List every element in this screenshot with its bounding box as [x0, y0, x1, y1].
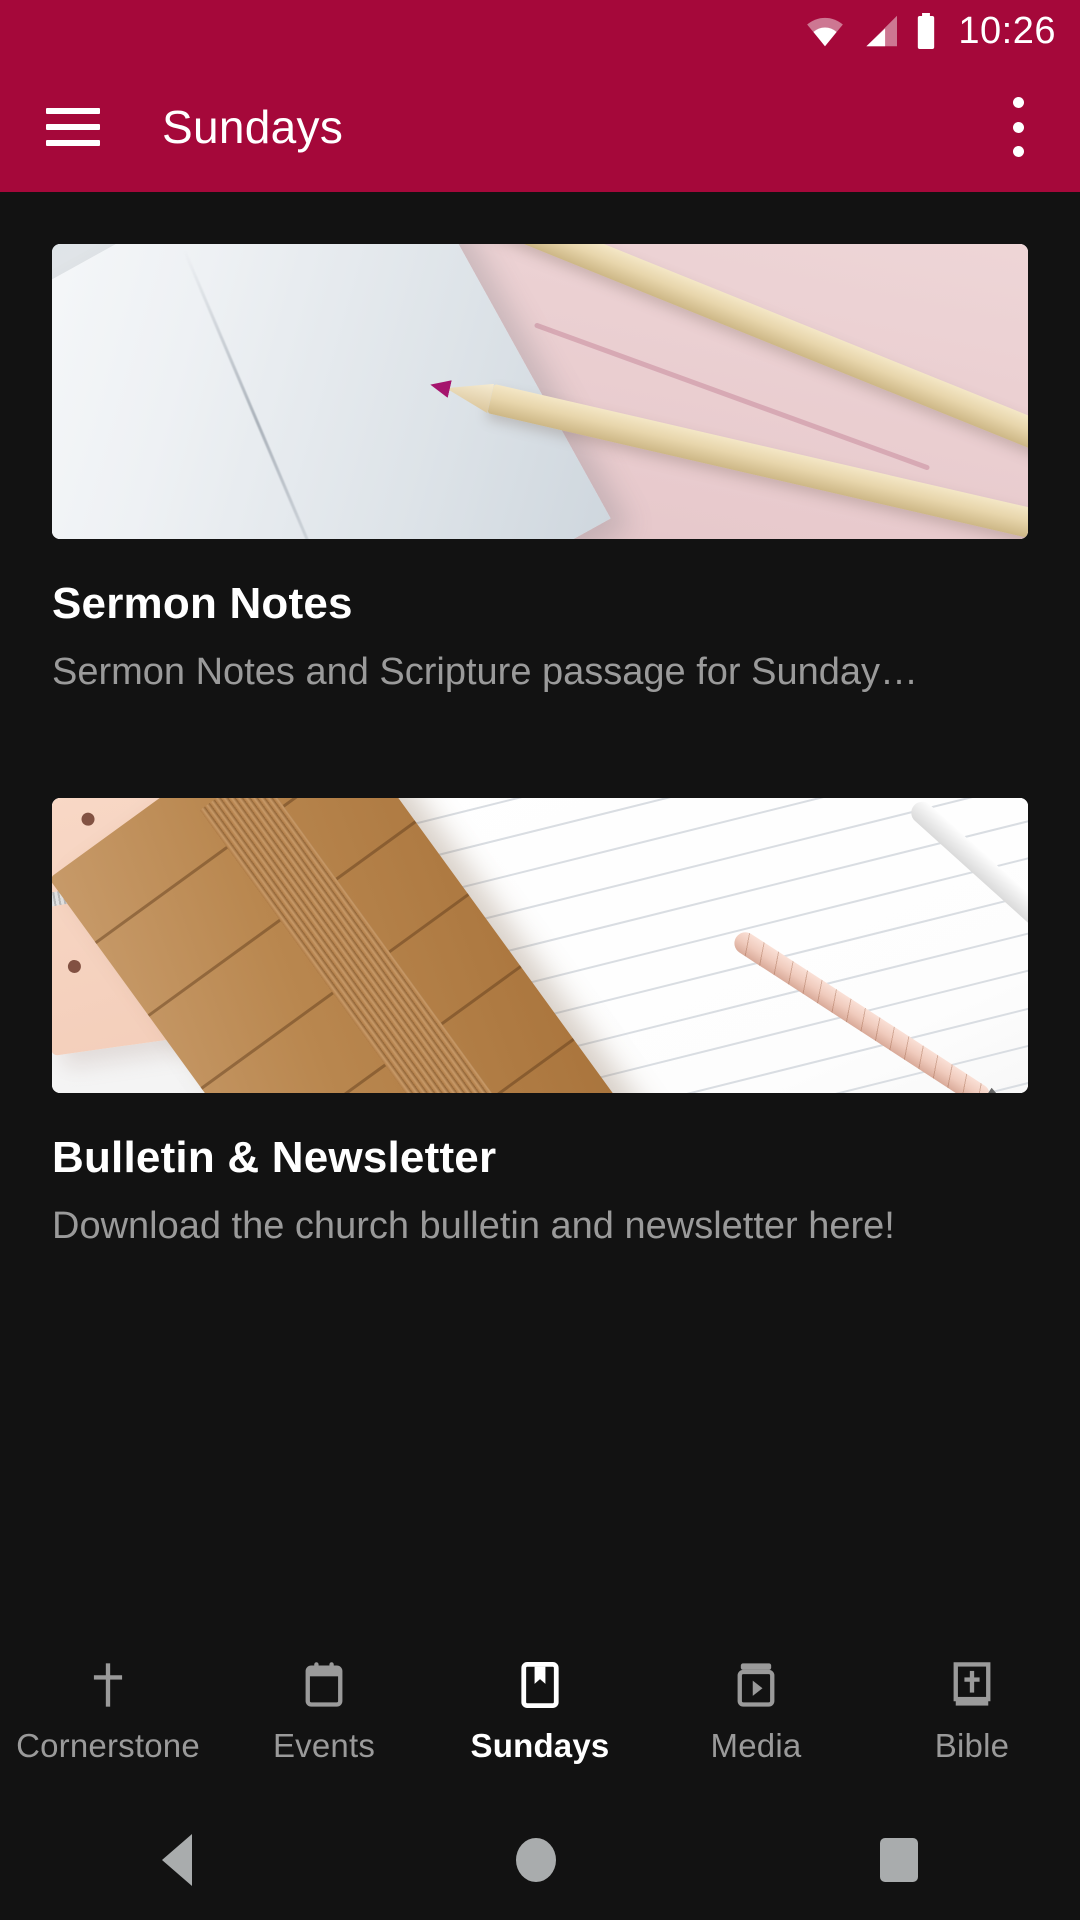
tab-label: Cornerstone: [16, 1727, 200, 1764]
tab-label: Sundays: [470, 1727, 610, 1764]
calendar-icon: [305, 1662, 343, 1707]
tab-bible[interactable]: Bible: [864, 1659, 1080, 1765]
app-screen: 10:26 Sundays Sermon Notes Sermon Notes …: [0, 0, 1080, 1920]
status-bar-clock: 10:26: [958, 10, 1056, 52]
tab-cornerstone[interactable]: Cornerstone: [0, 1659, 216, 1765]
content-scroll-area[interactable]: Sermon Notes Sermon Notes and Scripture …: [0, 192, 1080, 1628]
wifi-icon: [807, 17, 844, 47]
card-title: Sermon Notes: [52, 579, 353, 628]
cross-icon: [93, 1663, 123, 1707]
status-bar: 10:26: [0, 0, 1080, 62]
home-circle-icon[interactable]: [516, 1838, 556, 1882]
app-bar: Sundays: [0, 62, 1080, 192]
more-vertical-icon[interactable]: [996, 97, 1040, 157]
bottom-tab-bar: Cornerstone Events Sundays Media Bible: [0, 1624, 1080, 1800]
bookmark-book-icon: [521, 1662, 559, 1708]
system-navigation-bar: [0, 1800, 1080, 1920]
card-bulletin-newsletter[interactable]: Bulletin & Newsletter Download the churc…: [52, 694, 1028, 1248]
hamburger-menu-icon[interactable]: [46, 108, 100, 146]
card-subtitle: Download the church bulletin and newslet…: [52, 1205, 895, 1247]
card-sermon-notes[interactable]: Sermon Notes Sermon Notes and Scripture …: [52, 192, 1028, 694]
bible-book-icon: [953, 1662, 991, 1706]
page-title: Sundays: [162, 101, 344, 153]
tab-label: Media: [710, 1727, 802, 1764]
card-image-bulletin-newsletter: [52, 798, 1028, 1093]
tab-label: Events: [272, 1727, 376, 1764]
tab-events[interactable]: Events: [216, 1659, 432, 1765]
card-title: Bulletin & Newsletter: [52, 1133, 497, 1182]
back-triangle-icon[interactable]: [162, 1834, 192, 1886]
recents-square-icon[interactable]: [880, 1838, 918, 1882]
play-media-icon: [737, 1663, 775, 1707]
card-image-sermon-notes: [52, 244, 1028, 539]
battery-icon: [918, 13, 935, 49]
card-subtitle: Sermon Notes and Scripture passage for S…: [52, 651, 919, 693]
tab-media[interactable]: Media: [648, 1659, 864, 1765]
tab-sundays[interactable]: Sundays: [432, 1659, 648, 1765]
tab-label: Bible: [934, 1727, 1010, 1764]
cellular-signal-icon: [866, 15, 898, 47]
